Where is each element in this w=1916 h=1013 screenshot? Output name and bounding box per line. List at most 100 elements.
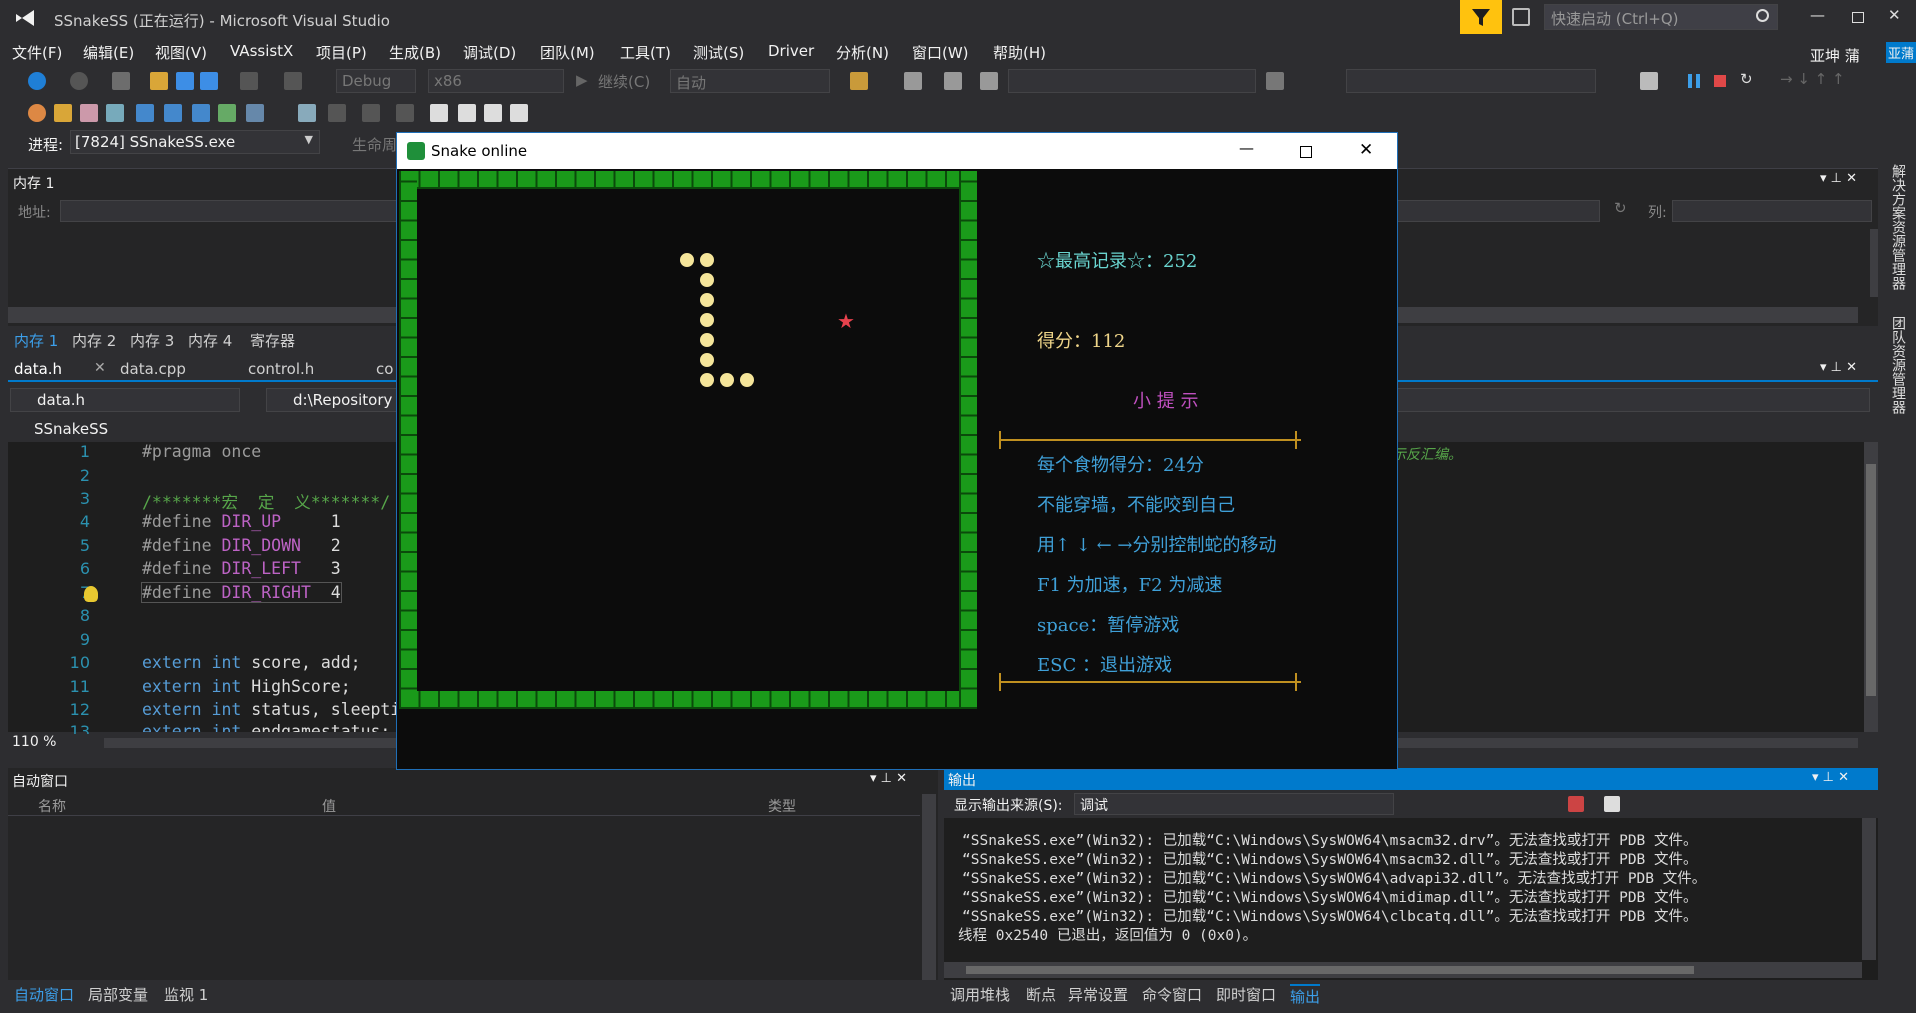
tab-autos[interactable]: 自动窗口 (14, 984, 74, 1005)
quick-launch[interactable]: 快速启动 (Ctrl+Q) (1544, 4, 1778, 30)
user-name[interactable]: 亚坤 蒲 (1810, 45, 1860, 66)
menu-help[interactable]: 帮助(H) (993, 42, 1046, 63)
column-select[interactable] (1672, 200, 1872, 222)
restart-icon[interactable]: ↻ (1740, 70, 1753, 88)
platform-select[interactable]: x86 (428, 69, 564, 93)
zoom-select[interactable]: 110 % (12, 734, 56, 750)
menu-view[interactable]: 视图(V) (155, 42, 207, 63)
tab-command-window[interactable]: 命令窗口 (1142, 984, 1202, 1005)
refresh-icon[interactable]: ↻ (1614, 199, 1627, 217)
menu-tools[interactable]: 工具(T) (620, 42, 671, 63)
output-hscroll-thumb[interactable] (966, 966, 1694, 974)
git-icon[interactable] (904, 72, 922, 90)
open-file-icon[interactable] (150, 72, 168, 90)
vax-icon-13[interactable] (396, 104, 414, 122)
vax-icon-3[interactable] (80, 104, 98, 122)
tab-memory-2[interactable]: 内存 2 (72, 330, 116, 351)
output-vscroll[interactable] (1862, 818, 1876, 960)
autos-pin-icon[interactable]: ▾ ⊥ ✕ (870, 771, 907, 786)
word-wrap-icon[interactable] (1604, 796, 1620, 812)
attach-icon[interactable] (1266, 72, 1284, 90)
forward-icon[interactable] (70, 72, 88, 90)
menu-analyze[interactable]: 分析(N) (836, 42, 889, 63)
vax-icon-11[interactable] (328, 104, 346, 122)
process-select[interactable]: [7824] SSnakeSS.exe ▼ (70, 130, 320, 154)
tab-watch-1[interactable]: 监视 1 (164, 984, 208, 1005)
menu-vassistx[interactable]: VAssistX (230, 42, 293, 60)
memory-vscroll[interactable] (1870, 229, 1878, 297)
tab-data-cpp[interactable]: data.cpp (120, 360, 186, 378)
find-icon[interactable] (106, 104, 124, 122)
menu-test[interactable]: 测试(S) (693, 42, 744, 63)
save-icon[interactable] (176, 72, 194, 90)
bookmark-clear-icon[interactable] (510, 104, 528, 122)
comment-icon[interactable] (944, 72, 962, 90)
feedback-icon[interactable] (1512, 8, 1530, 26)
vax-icon-2[interactable] (54, 104, 72, 122)
editor-pin-icon[interactable]: ▾ ⊥ ✕ (1820, 360, 1857, 375)
tab-registers[interactable]: 寄存器 (250, 330, 295, 351)
vax-icon-6[interactable] (164, 104, 182, 122)
step-icons[interactable]: → ↓ ↑ ↑ (1780, 70, 1845, 88)
snake-minimize-button[interactable]: — (1239, 139, 1254, 157)
tab-breakpoints[interactable]: 断点 (1026, 984, 1056, 1005)
col-name[interactable]: 名称 (38, 796, 66, 816)
snake-titlebar[interactable]: Snake online — ✕ (397, 133, 1397, 169)
menu-build[interactable]: 生成(B) (389, 42, 441, 63)
continue-button[interactable]: 继续(C) (598, 71, 650, 92)
tool-icon[interactable] (980, 72, 998, 90)
browser-link-icon[interactable] (850, 72, 868, 90)
memory-pin-icon[interactable]: ▾ ⊥ ✕ (1820, 171, 1857, 186)
clear-all-icon[interactable] (1568, 796, 1584, 812)
rail-team-explorer[interactable]: 团队资源管理器 (1888, 316, 1908, 414)
restore-button[interactable] (1852, 12, 1864, 23)
bookmark-prev-icon[interactable] (458, 104, 476, 122)
vax-icon-5[interactable] (136, 104, 154, 122)
redo-icon[interactable] (284, 72, 302, 90)
tab-close-icon[interactable]: ✕ (94, 360, 106, 376)
tab-output[interactable]: 输出 (1290, 984, 1321, 1007)
vax-icon-9[interactable] (246, 104, 264, 122)
tab-call-stack[interactable]: 调用堆栈 (950, 984, 1010, 1005)
editor-vscroll-thumb[interactable] (1866, 464, 1876, 696)
tab-memory-1[interactable]: 内存 1 (14, 330, 58, 351)
menu-driver[interactable]: Driver (768, 42, 814, 60)
lightbulb-icon[interactable] (84, 586, 98, 602)
menu-debug[interactable]: 调试(D) (463, 42, 516, 63)
tab-immediate-window[interactable]: 即时窗口 (1216, 984, 1276, 1005)
output-source-select[interactable]: 调试 (1074, 793, 1394, 815)
spell-check-icon[interactable] (218, 104, 236, 122)
pause-icon[interactable] (1688, 74, 1700, 88)
vax-icon-1[interactable] (28, 104, 46, 122)
tab-memory-3[interactable]: 内存 3 (130, 330, 174, 351)
stop-icon[interactable] (1714, 75, 1726, 87)
bookmark-next-icon[interactable] (484, 104, 502, 122)
menu-team[interactable]: 团队(M) (540, 42, 595, 63)
tab-control-h[interactable]: control.h (248, 360, 314, 378)
debug-options-icon[interactable] (1640, 72, 1658, 90)
snake-maximize-button[interactable] (1300, 146, 1312, 158)
snake-window[interactable]: Snake online — ✕ ★ ☆最高记录☆：252 得分：112 小 提… (396, 132, 1398, 770)
undo-icon[interactable] (240, 72, 258, 90)
back-icon[interactable] (28, 72, 46, 90)
menu-edit[interactable]: 编辑(E) (83, 42, 134, 63)
tab-co[interactable]: co (376, 360, 393, 378)
autos-vscroll[interactable] (922, 794, 936, 980)
vax-icon-12[interactable] (362, 104, 380, 122)
menu-file[interactable]: 文件(F) (12, 42, 62, 63)
col-value[interactable]: 值 (322, 796, 336, 816)
menu-project[interactable]: 项目(P) (316, 42, 367, 63)
rail-solution-explorer[interactable]: 解决方案资源管理器 (1888, 164, 1908, 290)
play-icon[interactable]: ▶ (576, 71, 588, 89)
col-type[interactable]: 类型 (768, 796, 796, 816)
tab-memory-4[interactable]: 内存 4 (188, 330, 232, 351)
config-select[interactable]: Debug (336, 69, 416, 93)
save-all-icon[interactable] (200, 72, 218, 90)
toolbar-combo-2[interactable] (1346, 69, 1596, 93)
file-combo[interactable]: data.h (10, 388, 240, 412)
bookmark-icon[interactable] (430, 104, 448, 122)
notifications-filter-icon[interactable] (1460, 0, 1502, 34)
tab-exception-settings[interactable]: 异常设置 (1068, 984, 1128, 1005)
tab-locals[interactable]: 局部变量 (88, 984, 148, 1005)
vax-icon-7[interactable] (192, 104, 210, 122)
